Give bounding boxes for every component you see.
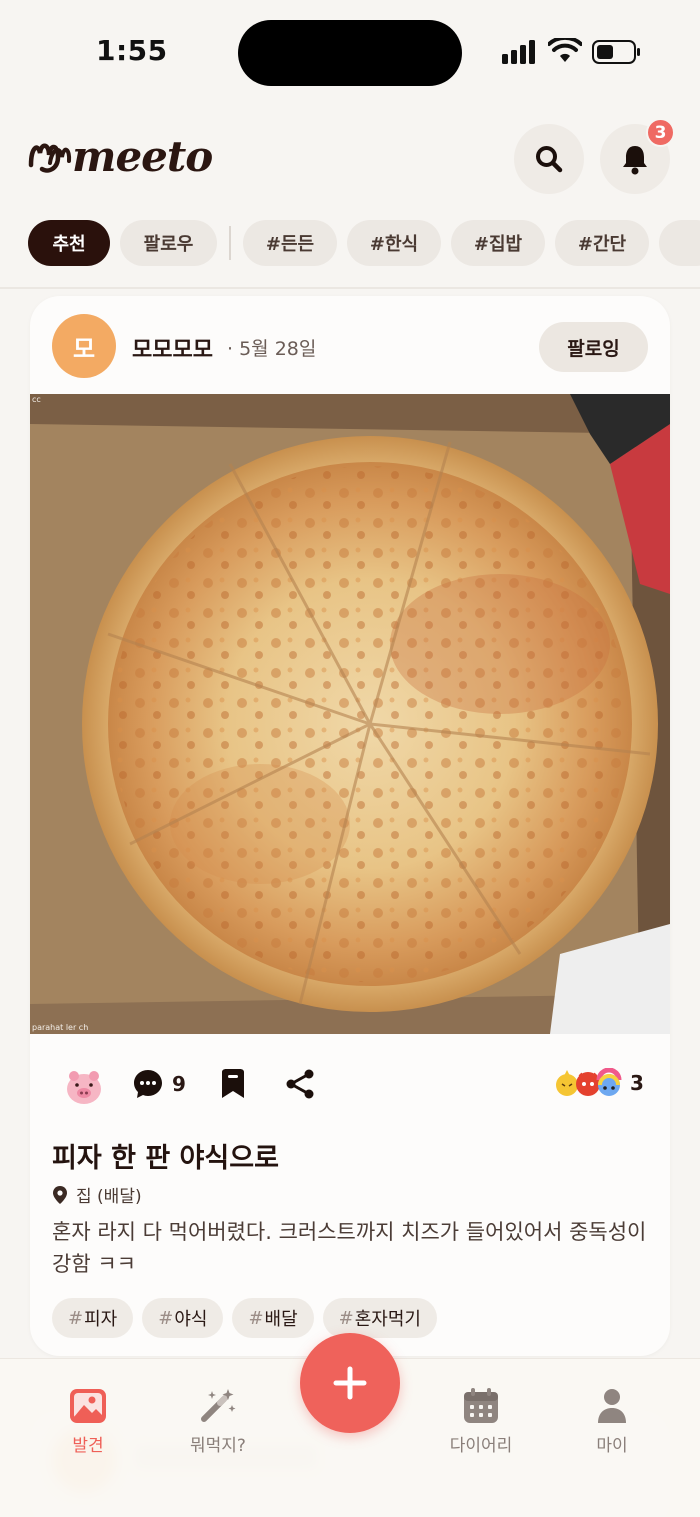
chip-tag[interactable]: #집밥 [451,220,545,266]
hashtag[interactable]: # 혼자먹기 [322,1298,437,1338]
bookmark-button[interactable] [218,1068,248,1100]
share-icon [286,1069,314,1099]
reactions-summary[interactable]: 3 [554,1068,644,1098]
nav-my-label: 마이 [596,1436,628,1456]
status-bar: 1:55 [0,0,700,100]
cellular-signal-icon [502,40,535,64]
magic-wand-icon [201,1389,236,1422]
post-date: · 5월 28일 [227,338,317,360]
reaction-emojis-icon [556,1068,622,1096]
nav-my[interactable]: 마이 [557,1387,667,1456]
header-divider [0,287,700,289]
share-button[interactable] [284,1068,316,1100]
nav-diary[interactable]: 다이어리 [426,1387,536,1456]
battery-icon [592,40,640,64]
status-time: 1:55 [96,34,168,67]
location-pin-icon [53,1185,67,1204]
chip-following[interactable]: 팔로우 [120,220,217,266]
logo-text: meeto [72,132,213,181]
post-card: 모 모모모모 · 5월 28일 팔로잉 cc parahat ler ch 9 … [30,296,670,1356]
calendar-icon [464,1388,498,1423]
react-button[interactable] [64,1068,104,1106]
search-button[interactable] [514,124,584,194]
following-button[interactable]: 팔로잉 [539,322,648,372]
bookmark-icon [222,1069,244,1098]
location-text: 집 (배달) [76,1187,142,1207]
post-actions: 9 3 [30,1056,670,1116]
hashtag-text: 배달 [264,1309,298,1330]
nav-diary-label: 다이어리 [449,1436,513,1456]
notification-badge: 3 [646,118,675,147]
app-header: meeto [0,110,700,210]
search-icon [536,146,563,173]
image-icon [70,1389,106,1423]
post-photo[interactable]: cc parahat ler ch [30,394,670,1034]
plus-icon [333,1366,367,1400]
chip-tag[interactable]: #간단 [555,220,649,266]
hashtag-text: 야식 [174,1309,208,1330]
post-body: 혼자 라지 다 먹어버렸다. 크러스트까지 치즈가 들어있어서 중독성이 강함 … [52,1220,647,1276]
person-icon [598,1389,626,1423]
app-logo[interactable]: meeto [28,132,213,181]
nav-what-to-eat-label: 뭐먹지? [190,1436,246,1456]
photo-caption-bottom: parahat ler ch [32,1023,88,1032]
author-name[interactable]: 모모모모 [132,332,213,364]
create-post-button[interactable] [300,1333,400,1433]
chip-tag[interactable]: #든든 [243,220,337,266]
nav-discover[interactable]: 발견 [33,1387,143,1456]
dynamic-island [238,20,462,86]
hashtag[interactable]: # 야식 [142,1298,224,1338]
comment-count: 9 [172,1072,186,1096]
post-location[interactable]: 집 (배달) [52,1182,142,1207]
comment-button[interactable]: 9 [132,1068,186,1100]
bell-icon [623,146,647,175]
logo-mark-icon [28,143,72,173]
reaction-count: 3 [630,1071,644,1095]
hashtag[interactable]: # 피자 [52,1298,134,1338]
post-date-text: 5월 28일 [239,338,317,360]
wifi-icon [548,38,582,62]
post-tags: # 피자 # 야식 # 배달 # 혼자먹기 [52,1298,662,1338]
pig-face-icon [67,1071,101,1104]
post-title: 피자 한 판 야식으로 [52,1143,279,1174]
filter-chips: 추천 팔로우 #든든 #한식 #집밥 #간단 [28,220,700,268]
chip-tag[interactable]: #한식 [347,220,441,266]
hashtag[interactable]: # 배달 [232,1298,314,1338]
chip-divider [229,226,231,260]
nav-what-to-eat[interactable]: 뭐먹지? [163,1387,273,1456]
chip-tag-more[interactable] [659,220,700,266]
nav-discover-label: 발견 [72,1436,104,1456]
hashtag-text: 피자 [84,1309,118,1330]
pizza-image: cc parahat ler ch [30,394,670,1034]
hashtag-text: 혼자먹기 [354,1309,421,1330]
comment-icon [134,1070,162,1098]
chip-recommended[interactable]: 추천 [28,220,110,266]
author-avatar[interactable]: 모 [52,314,116,378]
photo-caption-top: cc [32,395,41,404]
